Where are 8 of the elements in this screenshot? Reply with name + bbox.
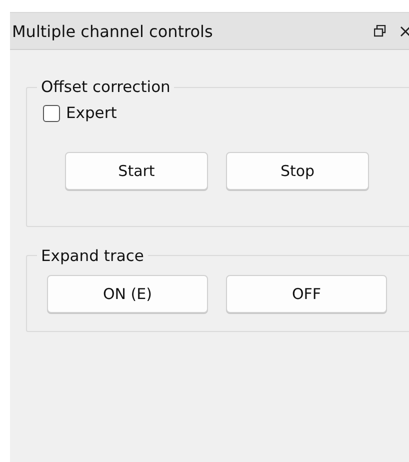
- group-title: Offset correction: [40, 78, 172, 96]
- group-title: Expand trace: [40, 246, 145, 264]
- action-button[interactable]: Start: [65, 152, 208, 190]
- expert-checkbox[interactable]: Expert: [43, 104, 117, 122]
- action-button[interactable]: ON (E): [47, 274, 208, 312]
- action-button[interactable]: OFF: [226, 274, 387, 312]
- window-title: Multiple channel controls: [12, 22, 213, 40]
- action-button[interactable]: Stop: [226, 152, 369, 190]
